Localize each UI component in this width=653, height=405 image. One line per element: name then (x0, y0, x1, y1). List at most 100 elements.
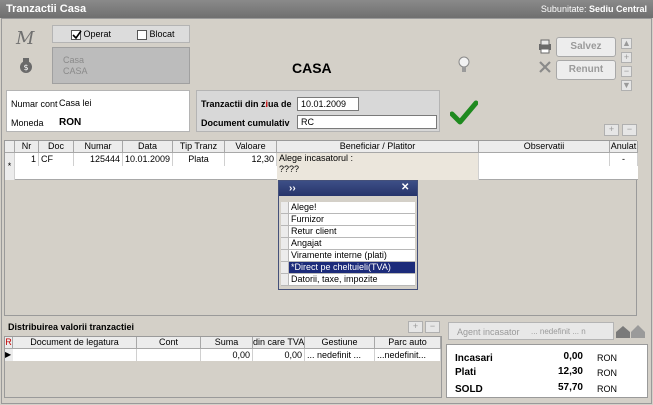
popup-option[interactable]: Viramente interne (plati) (281, 250, 415, 262)
popup-option[interactable]: Angajat (281, 238, 415, 250)
moneda-label: Moneda (11, 118, 44, 128)
cell-tip: Plata (173, 153, 225, 166)
subunit-label: Subunitate: (540, 4, 587, 14)
col-valoare[interactable]: Valoare (225, 141, 277, 153)
distrib-remove-icon[interactable]: − (425, 321, 440, 333)
document-input[interactable]: RC (297, 115, 437, 129)
save-button[interactable]: Salvez (556, 37, 616, 57)
cell-nr: 1 (15, 153, 39, 166)
grid-header: Nr Doc Numar Data Tip Tranz Valoare Bene… (5, 141, 638, 153)
cell-observatii (479, 153, 610, 166)
date-label: Tranzactii din ziua de (201, 99, 292, 109)
page-title: CASA (292, 60, 332, 76)
col-observatii[interactable]: Observatii (479, 141, 610, 153)
option-icon (281, 214, 289, 225)
subunit-indicator: Subunitate: Sediu Central (541, 4, 647, 14)
popup-expand-icon[interactable]: ›› (289, 183, 296, 194)
operat-checkbox[interactable]: Operat (71, 29, 111, 40)
cell-beneficiar[interactable]: Alege incasatorul : ???? (277, 153, 479, 180)
option-label: Datorii, taxe, impozite (291, 274, 378, 284)
popup-option[interactable]: Datorii, taxe, impozite (281, 274, 415, 286)
plati-label: Plati (455, 367, 477, 378)
incasari-currency: RON (597, 353, 617, 363)
col-data[interactable]: Data (123, 141, 173, 153)
col-numar[interactable]: Numar (74, 141, 123, 153)
add-small-icon[interactable]: + (621, 52, 632, 63)
option-icon (281, 238, 289, 249)
distrib-col-suma[interactable]: Suma (201, 337, 253, 349)
cancel-button[interactable]: Renunt (556, 60, 616, 80)
app-logo-icon: M (16, 28, 35, 49)
distrib-empty-area (5, 361, 441, 397)
blocat-label: Blocat (149, 29, 175, 39)
table-row[interactable]: * 1 CF 125444 10.01.2009 Plata 12,30 Ale… (5, 153, 638, 180)
popup-option[interactable]: Alege! (281, 202, 415, 214)
popup-option-selected[interactable]: *Direct pe cheltuieli(TVA) (281, 262, 415, 274)
operat-label: Operat (83, 29, 112, 39)
grid-remove-icon[interactable]: − (622, 124, 637, 136)
account-code: CASA (63, 66, 88, 76)
row-marker: * (5, 153, 15, 180)
distrib-row-arrow-icon: ▶ (5, 349, 13, 361)
scroll-up-icon[interactable]: ▲ (621, 38, 632, 49)
incasari-label: Incasari (455, 353, 493, 364)
date-input[interactable]: 10.01.2009 (297, 97, 359, 111)
scroll-down-icon[interactable]: ▼ (621, 80, 632, 91)
houses-icon[interactable] (614, 322, 648, 340)
remove-small-icon[interactable]: − (621, 66, 632, 77)
sold-label: SOLD (455, 384, 483, 395)
distrib-col-parc[interactable]: Parc auto (375, 337, 441, 349)
distrib-col-doc[interactable]: Document de legatura (13, 337, 137, 349)
option-icon (281, 250, 289, 261)
account-box: Casa CASA (52, 47, 190, 84)
distribution-title: Distribuirea valorii tranzactiei (8, 322, 135, 332)
option-label: Retur client (291, 226, 337, 236)
distrib-col-gestiune[interactable]: Gestiune (305, 337, 375, 349)
col-doc[interactable]: Doc (39, 141, 74, 153)
cell-doc: CF (39, 153, 74, 166)
agent-value[interactable]: ... nedefinit ... n (531, 327, 586, 336)
popup-header: ›› ✕ (279, 181, 417, 196)
sold-value: 57,70 (557, 382, 583, 393)
col-nr[interactable]: Nr (15, 141, 39, 153)
cell-data: 10.01.2009 (123, 153, 173, 166)
option-icon (281, 226, 289, 237)
popup-option[interactable]: Furnizor (281, 214, 415, 226)
confirm-check-icon[interactable] (449, 100, 479, 126)
document-label: Document cumulativ (201, 118, 290, 128)
col-tip[interactable]: Tip Tranz (173, 141, 225, 153)
grid-add-icon[interactable]: + (604, 124, 619, 136)
account-name: Casa (63, 55, 85, 65)
account-panel: Numar cont Casa lei Moneda RON (6, 90, 190, 132)
cell-valoare: 12,30 (225, 153, 277, 166)
col-marker (5, 141, 15, 153)
distrib-col-cont[interactable]: Cont (137, 337, 201, 349)
cell-anulat: - (610, 153, 638, 166)
operat-check-box[interactable] (71, 29, 82, 40)
agent-label: Agent incasator (457, 327, 520, 337)
blocat-checkbox[interactable]: Blocat (137, 29, 175, 40)
col-anulat[interactable]: Anulat (610, 141, 638, 153)
title-bar: Tranzactii Casa Subunitate: Sediu Centra… (0, 0, 653, 18)
distrib-add-icon[interactable]: + (408, 321, 423, 333)
col-beneficiar[interactable]: Beneficiar / Platitor (277, 141, 479, 153)
distrib-col-tva[interactable]: din care TVA (253, 337, 305, 349)
printer-icon[interactable] (537, 38, 553, 54)
window-title: Tranzactii Casa (6, 3, 87, 15)
date-label-part2: ua de (268, 99, 292, 109)
blocat-check-box[interactable] (137, 29, 147, 40)
money-bag-icon: $ (18, 56, 34, 74)
cont-value: Casa lei (59, 98, 92, 108)
beneficiar-prompt: Alege incasatorul : (279, 153, 354, 163)
option-icon (281, 262, 289, 273)
popup-option[interactable]: Retur client (281, 226, 415, 238)
filter-panel: Tranzactii din ziua de 10.01.2009 Docume… (196, 90, 440, 132)
distrib-row[interactable]: ▶ 0,00 0,00 ... nedefinit ... ...nedefin… (5, 349, 441, 362)
beneficiar-value: ???? (279, 164, 300, 174)
option-label: Furnizor (291, 214, 325, 224)
sold-currency: RON (597, 384, 617, 394)
cell-numar: 125444 (74, 153, 123, 166)
popup-close-icon[interactable]: ✕ (401, 182, 409, 193)
plati-value: 12,30 (557, 366, 583, 377)
close-icon[interactable] (538, 60, 552, 74)
